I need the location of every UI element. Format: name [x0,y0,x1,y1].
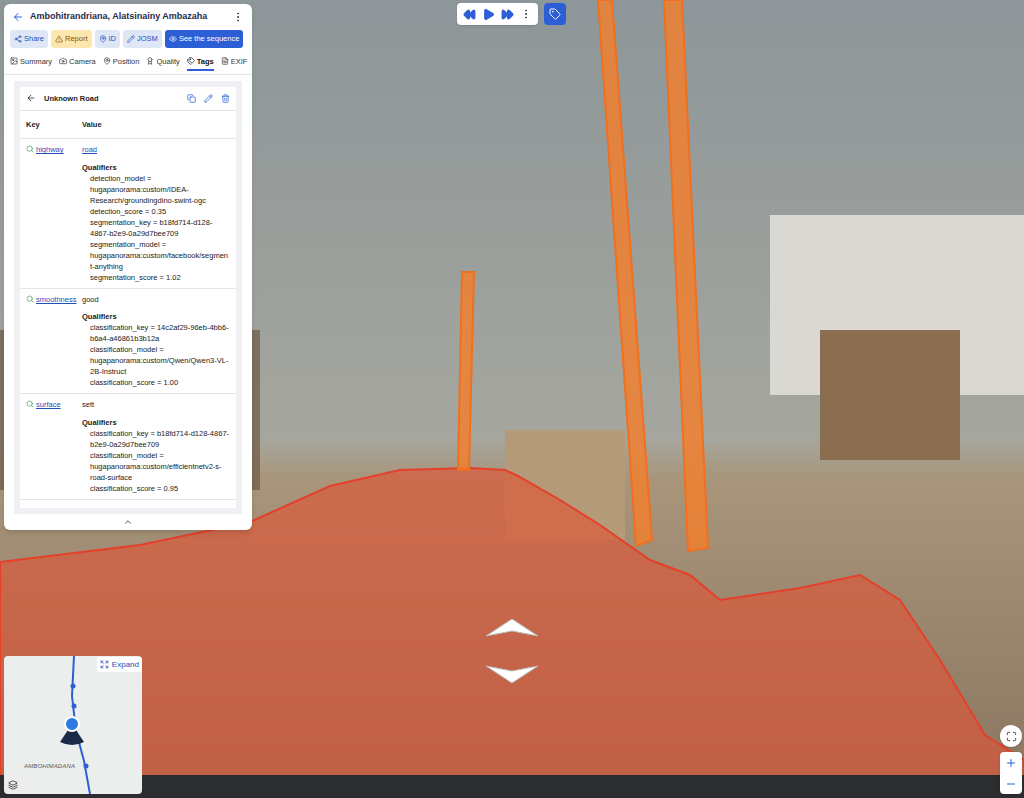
collapse-icon[interactable] [123,517,133,527]
report-icon [55,35,63,43]
tag-card-header: Unknown Road [20,87,236,111]
viewer: Ambohitrandriana, Alatsinainy Ambazaha Sh… [0,0,1024,798]
tab[interactable]: Tags [187,56,214,71]
table-row: smoothnessgoodQualifiersclassification_k… [20,289,236,395]
tag-icon [549,8,561,20]
qualifier: segmentation_key = b18fd714-d128-4867-b2… [90,217,230,239]
back-icon[interactable] [12,11,24,23]
tag-container: Unknown RoadKeyValuehighwayroadQualifier… [14,81,242,514]
map-controls [1000,725,1022,794]
back-icon[interactable] [26,93,36,103]
tab[interactable]: Summary [10,56,52,71]
tab[interactable]: Camera [59,56,96,71]
table-row: surfacesettQualifiersclassification_key … [20,394,236,500]
tab-icon [187,57,195,65]
search-icon[interactable] [26,145,34,153]
report-button[interactable]: Report [51,30,92,48]
layers-icon[interactable] [8,780,18,790]
edit-icon[interactable] [204,94,213,103]
delete-icon[interactable] [221,94,230,103]
josm-icon [127,35,135,43]
info-panel: Ambohitrandriana, Alatsinainy Ambazaha Sh… [4,4,252,530]
zoom-out-button[interactable] [1000,773,1022,794]
place-label: AMBOHIMADANA [24,762,75,771]
qualifier: classification_model = hugapanorama:cust… [90,450,230,483]
value: good [82,294,230,305]
josm-button[interactable]: JOSM [123,30,162,48]
value: sett [82,399,230,410]
qualifier: segmentation_model = hugapanorama:custom… [90,239,230,272]
share-button[interactable]: Share [10,30,48,48]
qualifier: classification_score = 1.00 [90,377,230,388]
share-icon [14,35,22,43]
key-link[interactable]: smoothness [36,294,76,305]
id-icon [99,35,107,43]
tab[interactable]: Quality [146,56,179,71]
tab-icon [59,57,67,65]
value[interactable]: road [82,144,230,155]
fast-forward-icon[interactable] [501,8,514,21]
qualifier: classification_score = 0.95 [90,483,230,494]
search-icon[interactable] [26,400,34,408]
plus-icon [1005,757,1017,769]
expand-icon [100,660,109,669]
tab-icon [10,57,18,65]
qualifier: detection_score = 0.35 [90,206,230,217]
tags-button[interactable] [544,3,566,25]
forward-arrow-icon[interactable] [482,616,542,640]
menu-icon[interactable] [232,11,244,23]
minus-icon [1005,778,1017,790]
table-row: highwayroadQualifiersdetection_model = h… [20,139,236,289]
search-icon[interactable] [26,295,34,303]
sequence-icon [169,35,177,43]
action-bar: ShareReportIDJOSMSee the sequence [4,28,252,50]
sequence-button[interactable]: See the sequence [165,30,243,48]
tab[interactable]: Position [103,56,140,71]
tab-bar: Summary Camera Position Quality Tags EXIF [4,50,252,75]
copy-icon[interactable] [187,94,196,103]
minimap[interactable]: Expand AMBOHIMADANA [4,656,142,794]
nav-arrows [482,616,542,686]
tag-card: Unknown RoadKeyValuehighwayroadQualifier… [20,87,236,508]
zoom-in-button[interactable] [1000,752,1022,773]
qualifier: detection_model = hugapanorama:custom/ID… [90,173,230,206]
qualifier: segmentation_score = 1.02 [90,272,230,283]
tab[interactable]: EXIF [221,56,248,71]
fullscreen-button[interactable] [1000,725,1022,747]
key-link[interactable]: surface [36,399,61,410]
panel-title: Ambohitrandriana, Alatsinainy Ambazaha [30,10,226,24]
table-header: KeyValue [20,111,236,139]
panel-header: Ambohitrandriana, Alatsinainy Ambazaha [4,4,252,28]
qualifier: classification_key = b18fd714-d128-4867-… [90,428,230,450]
tab-icon [103,57,111,65]
player-bar [457,3,566,25]
tab-icon [221,57,229,65]
route-line [4,656,142,794]
expand-button[interactable]: Expand [97,657,142,672]
qualifier: classification_model = hugapanorama:cust… [90,344,230,377]
more-icon[interactable] [520,8,532,20]
tab-icon [146,57,154,65]
key-link[interactable]: highway [36,144,64,155]
play-icon[interactable] [482,8,495,21]
backward-arrow-icon[interactable] [482,662,542,686]
id-button[interactable]: ID [95,30,121,48]
qualifier: classification_key = 14c2af29-96eb-4bb6-… [90,322,230,344]
rewind-icon[interactable] [463,8,476,21]
fullscreen-icon [1006,731,1017,742]
